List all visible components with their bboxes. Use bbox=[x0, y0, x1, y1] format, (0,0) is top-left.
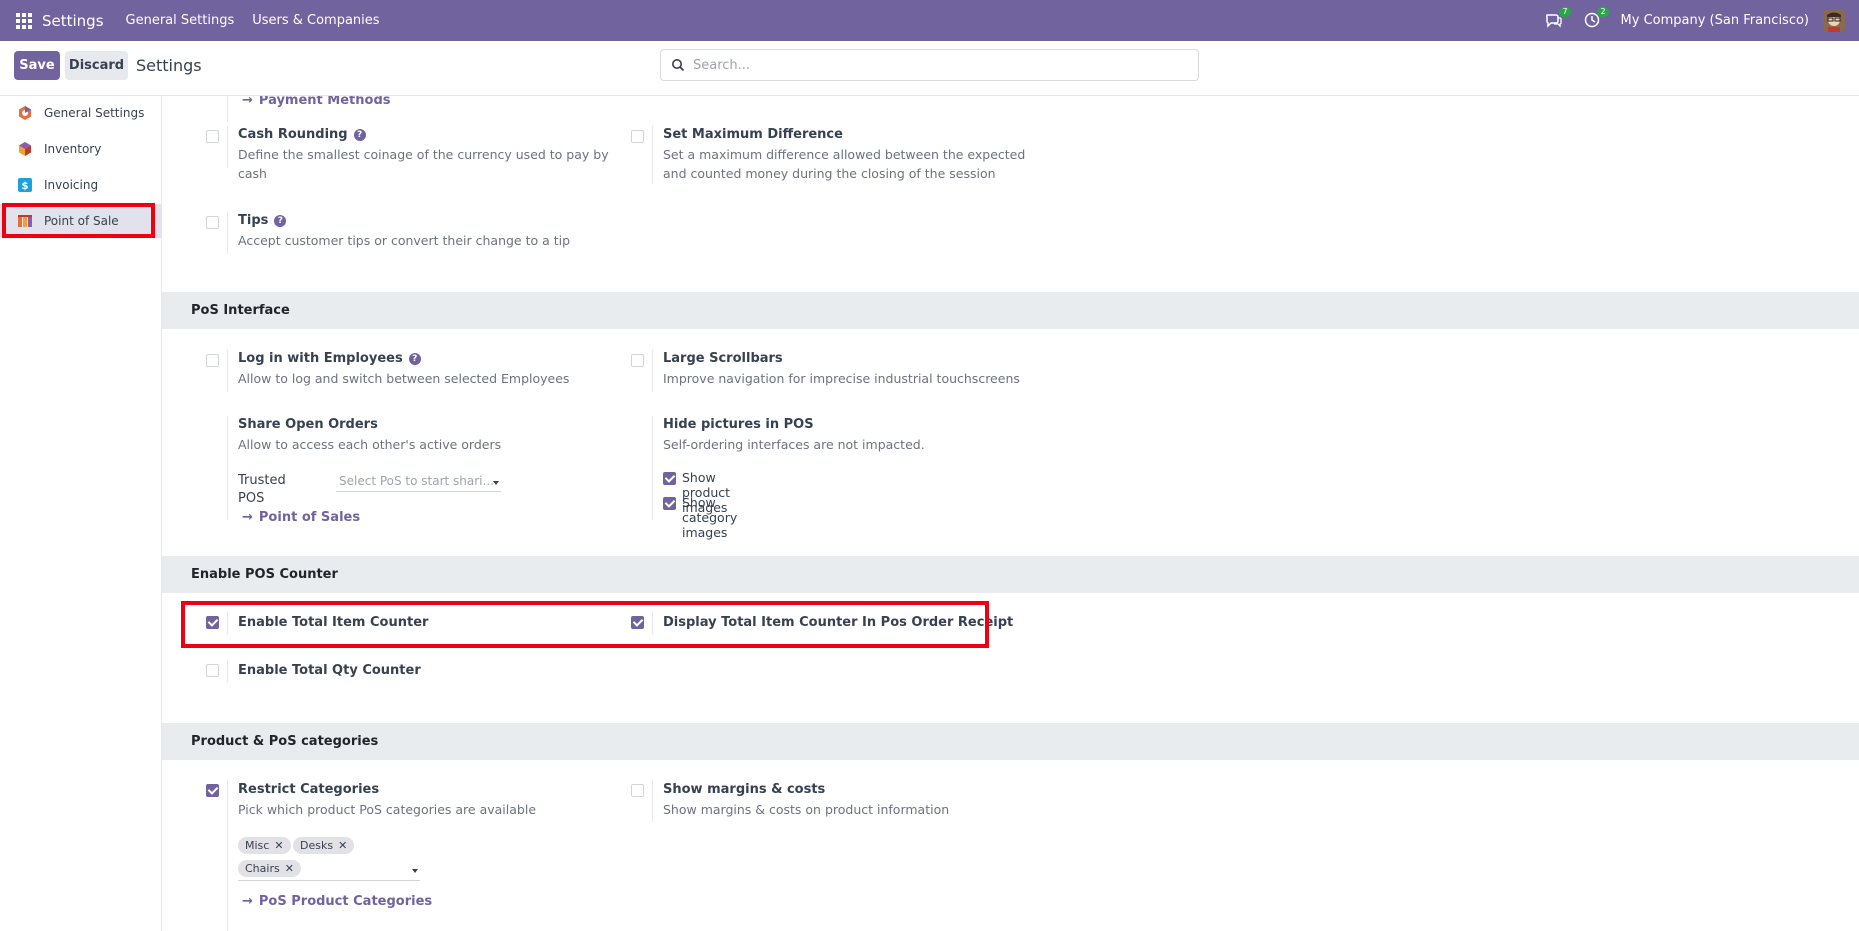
tips-checkbox[interactable] bbox=[206, 216, 219, 229]
top-navbar: Settings General Settings Users & Compan… bbox=[0, 0, 1859, 41]
messages-icon[interactable]: 7 bbox=[1545, 6, 1571, 31]
categories-input[interactable] bbox=[238, 859, 420, 881]
login-employees-title-text: Log in with Employees bbox=[238, 351, 403, 366]
sidebar-item-label: Invoicing bbox=[44, 178, 99, 192]
large-scrollbars-desc: Improve navigation for imprecise industr… bbox=[663, 371, 1020, 386]
company-switcher[interactable]: My Company (San Francisco) bbox=[1621, 13, 1809, 28]
cash-rounding-checkbox[interactable] bbox=[206, 130, 219, 143]
cash-rounding-title-text: Cash Rounding bbox=[238, 127, 348, 142]
trusted-pos-label: Trusted POS bbox=[238, 473, 286, 506]
sidebar-item-inventory[interactable]: Inventory bbox=[0, 132, 161, 166]
svg-text:$: $ bbox=[22, 181, 29, 192]
show-margins-title: Show margins & costs bbox=[663, 782, 826, 797]
app-brand[interactable]: Settings bbox=[42, 12, 104, 30]
show-category-images-label: Show category images bbox=[682, 495, 738, 540]
payment-methods-link[interactable]: → Payment Methods bbox=[242, 96, 391, 108]
share-orders-title: Share Open Orders bbox=[238, 417, 378, 432]
inventory-icon bbox=[19, 142, 31, 156]
restrict-categories-title: Restrict Categories bbox=[238, 782, 380, 797]
help-icon[interactable]: ? bbox=[274, 215, 287, 227]
help-icon[interactable]: ? bbox=[353, 129, 366, 141]
pos-product-categories-link[interactable]: → PoS Product Categories bbox=[242, 894, 432, 909]
share-orders-desc: Allow to access each other's active orde… bbox=[238, 437, 502, 452]
search-icon bbox=[672, 59, 685, 72]
login-employees-desc: Allow to log and switch between selected… bbox=[238, 371, 570, 386]
max-difference-desc: Set a maximum difference allowed between… bbox=[663, 147, 1026, 181]
login-employees-title: Log in with Employees? bbox=[238, 351, 421, 366]
section-header-categories: Product & PoS categories bbox=[162, 723, 1859, 760]
login-employees-checkbox[interactable] bbox=[206, 354, 219, 367]
sidebar-item-general-settings[interactable]: General Settings bbox=[0, 96, 161, 130]
tips-title-text: Tips bbox=[238, 213, 269, 228]
help-icon[interactable]: ? bbox=[408, 353, 421, 365]
sidebar-item-label: Inventory bbox=[44, 142, 102, 156]
large-scrollbars-title: Large Scrollbars bbox=[663, 351, 783, 366]
tips-title: Tips? bbox=[238, 213, 287, 228]
general-settings-icon bbox=[19, 106, 31, 120]
cash-rounding-title: Cash Rounding? bbox=[238, 127, 366, 142]
restrict-categories-desc: Pick which product PoS categories are av… bbox=[238, 802, 537, 817]
remove-tag-icon[interactable]: ✕ bbox=[338, 839, 347, 852]
user-avatar[interactable] bbox=[1823, 9, 1845, 32]
point-of-sales-link-label: Point of Sales bbox=[258, 510, 361, 525]
tips-desc: Accept customer tips or convert their ch… bbox=[238, 233, 571, 248]
category-tag[interactable]: Desks ✕ bbox=[293, 837, 355, 854]
search-placeholder: Search... bbox=[693, 57, 751, 73]
point-of-sales-link[interactable]: → Point of Sales bbox=[242, 510, 360, 525]
max-difference-checkbox[interactable] bbox=[631, 130, 644, 143]
control-panel: Save Discard Settings Search... bbox=[0, 41, 1859, 96]
chevron-down-icon bbox=[493, 481, 499, 485]
highlight-box-pos-counter bbox=[181, 601, 989, 648]
section-header-pos-counter: Enable POS Counter bbox=[162, 556, 1859, 593]
section-header-pos-interface: PoS Interface bbox=[162, 292, 1859, 329]
category-tag[interactable]: Misc ✕ bbox=[238, 837, 291, 854]
show-product-images-checkbox[interactable] bbox=[663, 472, 676, 485]
menu-users-companies[interactable]: Users & Companies bbox=[252, 13, 379, 28]
discard-button[interactable]: Discard bbox=[65, 51, 128, 80]
category-tag-label: Misc bbox=[245, 839, 270, 852]
search-input[interactable]: Search... bbox=[660, 49, 1199, 81]
cash-rounding-desc: Define the smallest coinage of the curre… bbox=[238, 147, 609, 181]
max-difference-title: Set Maximum Difference bbox=[663, 127, 843, 142]
show-category-images-checkbox[interactable] bbox=[663, 497, 676, 510]
hide-pictures-title: Hide pictures in POS bbox=[663, 417, 814, 432]
total-qty-counter-title: Enable Total Qty Counter bbox=[238, 663, 421, 678]
sidebar-item-label: General Settings bbox=[44, 106, 145, 120]
highlight-box-point-of-sale bbox=[2, 203, 155, 238]
chevron-down-icon bbox=[412, 869, 418, 873]
show-margins-checkbox[interactable] bbox=[631, 784, 644, 797]
activities-icon[interactable]: 2 bbox=[1583, 6, 1609, 31]
restrict-categories-checkbox[interactable] bbox=[206, 784, 219, 797]
sidebar-item-invoicing[interactable]: $ Invoicing bbox=[0, 168, 161, 202]
settings-content: → Payment Methods Cash Rounding? Define t… bbox=[162, 96, 1859, 931]
pos-product-categories-link-label: PoS Product Categories bbox=[258, 894, 433, 909]
app-grid-icon[interactable] bbox=[16, 12, 32, 29]
hide-pictures-desc: Self-ordering interfaces are not impacte… bbox=[663, 437, 925, 452]
menu-general-settings[interactable]: General Settings bbox=[126, 13, 235, 28]
messages-badge: 7 bbox=[1559, 6, 1571, 17]
invoicing-icon: $ bbox=[18, 178, 32, 192]
trusted-pos-select[interactable]: Select PoS to start shari... bbox=[336, 474, 501, 492]
category-tag-label: Desks bbox=[300, 839, 334, 852]
activities-badge: 2 bbox=[1597, 6, 1609, 17]
page-title: Settings bbox=[136, 56, 202, 75]
large-scrollbars-checkbox[interactable] bbox=[631, 354, 644, 367]
trusted-pos-placeholder: Select PoS to start shari... bbox=[339, 474, 494, 488]
total-qty-counter-checkbox[interactable] bbox=[206, 664, 219, 677]
show-margins-desc: Show margins & costs on product informat… bbox=[663, 802, 950, 817]
remove-tag-icon[interactable]: ✕ bbox=[274, 839, 283, 852]
save-button[interactable]: Save bbox=[14, 51, 60, 80]
payment-methods-link-label: Payment Methods bbox=[258, 96, 391, 108]
